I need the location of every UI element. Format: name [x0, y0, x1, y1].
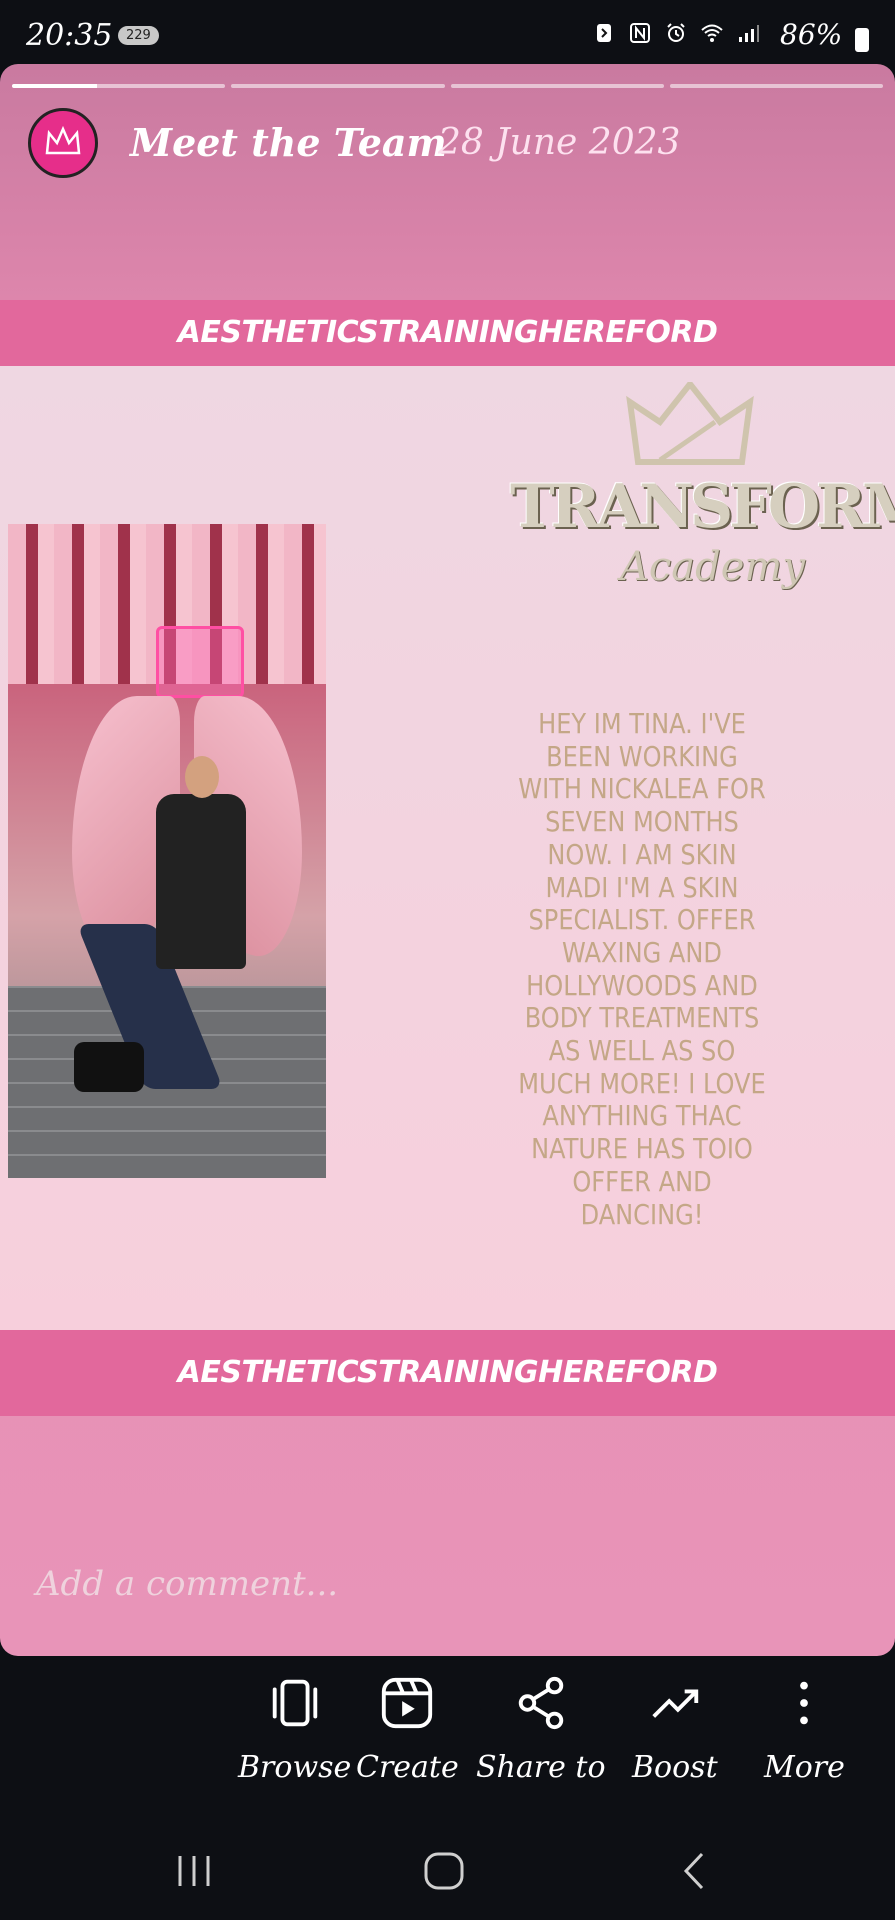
status-bar: 20:35 229 86% — [0, 0, 895, 64]
person-body — [156, 794, 246, 969]
share-icon — [518, 1676, 563, 1730]
logo-script: Academy — [620, 544, 805, 590]
action-bar: Browse Create Share to Boost More — [0, 1660, 895, 1810]
create-label: Create — [356, 1750, 459, 1785]
username-banner-top[interactable]: AESTHETICSTRAININGHEREFORD — [0, 300, 895, 366]
wifi-icon — [701, 24, 723, 42]
username-banner-bottom[interactable]: AESTHETICSTRAININGHEREFORD — [0, 1330, 895, 1416]
status-time: 20:35 — [26, 18, 113, 53]
progress-segment — [12, 84, 226, 88]
share-label: Share to — [476, 1750, 606, 1785]
browse-label: Browse — [238, 1750, 352, 1785]
comment-input[interactable]: Add a comment... — [36, 1564, 338, 1604]
more-label: More — [764, 1750, 845, 1785]
story-card[interactable]: Meet the Team 28 June 2023 AESTHETICSTRA… — [0, 64, 895, 1656]
recent-apps-icon[interactable] — [164, 1850, 224, 1892]
boost-icon — [652, 1689, 699, 1718]
alarm-icon — [667, 23, 685, 42]
notification-count-badge: 229 — [118, 26, 159, 45]
boost-label: Boost — [632, 1750, 718, 1785]
back-icon[interactable] — [664, 1850, 724, 1892]
progress-segment — [450, 84, 664, 88]
more-icon — [800, 1681, 809, 1725]
create-icon — [382, 1677, 433, 1729]
browse-icon — [272, 1679, 317, 1727]
share-button[interactable]: Share to — [476, 1674, 606, 1785]
story-content: TRANSFORMED Academy HEY IM TINA. I'VE BE… — [0, 366, 895, 1330]
person-boots — [74, 1042, 144, 1092]
browse-button[interactable]: Browse — [238, 1674, 351, 1785]
crown-logo-icon — [45, 125, 81, 155]
story-title[interactable]: Meet the Team — [130, 120, 447, 165]
boost-button[interactable]: Boost — [632, 1674, 718, 1785]
create-button[interactable]: Create — [356, 1674, 459, 1785]
logo-wordmark: TRANSFORMED — [510, 472, 895, 542]
battery-percentage: 86% — [780, 18, 843, 51]
system-icons — [592, 18, 760, 48]
nfc-icon — [630, 23, 650, 43]
story-progress-bar — [12, 84, 883, 88]
progress-segment — [669, 84, 883, 88]
system-navigation-bar — [0, 1820, 895, 1920]
neon-sign — [156, 626, 244, 698]
battery-icon — [855, 28, 869, 52]
progress-segment — [231, 84, 445, 88]
more-button[interactable]: More — [764, 1674, 845, 1785]
bio-text: HEY IM TINA. I'VE BEEN WORKING WITH NICK… — [518, 707, 766, 1231]
story-date: 28 June 2023 — [438, 122, 681, 163]
avatar[interactable] — [28, 108, 98, 178]
academy-logo: TRANSFORMED Academy — [510, 379, 895, 620]
team-member-photo — [8, 524, 326, 1178]
signal-icon — [739, 25, 759, 42]
person-head — [185, 756, 219, 798]
home-icon[interactable] — [414, 1850, 474, 1892]
app-notification-icon — [597, 24, 611, 42]
